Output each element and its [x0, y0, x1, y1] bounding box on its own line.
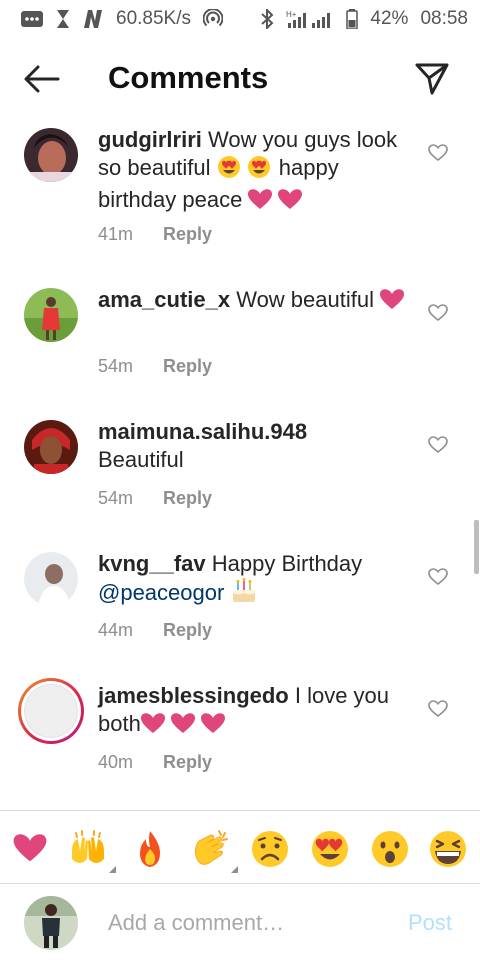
fire-icon	[140, 831, 160, 867]
heart-outline-icon[interactable]	[428, 436, 448, 454]
pink-heart-emoji	[380, 289, 406, 318]
header: Comments	[0, 38, 480, 120]
message-icon	[20, 10, 44, 28]
pink-heart-emoji	[140, 713, 227, 742]
paper-plane-icon	[415, 63, 449, 95]
hourglass-icon	[56, 9, 70, 29]
emoji-grinning-squint-face-button[interactable]	[426, 827, 470, 871]
back-button[interactable]	[22, 62, 62, 96]
emoji-quick-bar	[0, 810, 480, 884]
clapping-hands-icon	[194, 830, 228, 865]
surprised-face-icon	[372, 831, 408, 867]
emoji-surprised-face-button[interactable]	[368, 827, 412, 871]
avatar-story-ring[interactable]	[18, 678, 84, 744]
battery-percent: 42%	[370, 8, 409, 29]
comment-input[interactable]	[108, 906, 388, 940]
skin-tone-indicator	[231, 866, 238, 873]
reply-button[interactable]: Reply	[163, 356, 212, 377]
heart-outline-icon[interactable]	[428, 304, 448, 322]
comment-meta: 44m Reply	[98, 620, 212, 641]
heart-outline-icon[interactable]	[428, 568, 448, 586]
clock: 08:58	[420, 8, 468, 29]
avatar[interactable]	[24, 552, 78, 606]
comment-compose-bar: Post	[0, 884, 480, 960]
comment-item: jamesblessingedo I love you both 40m Rep…	[0, 676, 480, 786]
emoji-raising-hands-button[interactable]	[66, 827, 116, 873]
comment-item: kvng__fav Happy Birthday @peaceogor 44m …	[0, 544, 480, 654]
comment-meta: 54m Reply	[98, 488, 212, 509]
heart-eyes-emoji	[217, 155, 273, 186]
signal-icon: H+	[286, 9, 334, 29]
comment-text: maimuna.salihu.948 Beautiful	[98, 418, 410, 474]
share-button[interactable]	[412, 60, 452, 98]
heart-outline-icon[interactable]	[428, 700, 448, 718]
avatar[interactable]	[24, 420, 78, 474]
avatar[interactable]	[24, 288, 78, 342]
comment-username[interactable]: kvng__fav	[98, 551, 206, 576]
comment-message: Wow beautiful	[230, 287, 381, 312]
emoji-pink-heart-button[interactable]	[8, 827, 52, 871]
frowning-face-icon	[252, 831, 288, 867]
comment-message: Beautiful	[98, 447, 184, 472]
post-button[interactable]: Post	[408, 910, 452, 936]
status-bar: 60.85K/s H+ 42% 08:58	[0, 0, 480, 38]
current-user-avatar[interactable]	[24, 896, 78, 950]
comment-text: jamesblessingedo I love you both	[98, 682, 410, 742]
reply-button[interactable]: Reply	[163, 620, 212, 641]
comment-item: ama_cutie_x Wow beautiful 54m Reply	[0, 280, 480, 390]
emoji-clapping-hands-button[interactable]	[188, 827, 238, 873]
comment-username[interactable]: maimuna.salihu.948	[98, 419, 307, 444]
comment-username[interactable]: gudgirlriri	[98, 127, 202, 152]
hotspot-icon	[203, 9, 223, 29]
comment-time: 41m	[98, 224, 134, 244]
page-title: Comments	[108, 60, 269, 95]
comment-text: kvng__fav Happy Birthday @peaceogor	[98, 550, 410, 611]
skin-tone-indicator	[109, 866, 116, 873]
heart-outline-icon[interactable]	[428, 144, 448, 162]
emoji-frowning-face-button[interactable]	[248, 827, 292, 871]
comment-time: 54m	[98, 356, 134, 376]
comment-text: ama_cutie_x Wow beautiful	[98, 286, 410, 318]
arrow-left-icon	[24, 65, 60, 93]
scrollbar[interactable]	[474, 520, 479, 574]
emoji-fire-button[interactable]	[128, 827, 172, 871]
comment-time: 40m	[98, 752, 134, 772]
bluetooth-icon	[260, 9, 274, 29]
pink-heart-emoji	[248, 189, 304, 218]
comment-username[interactable]: ama_cutie_x	[98, 287, 230, 312]
comments-list[interactable]: gudgirlriri Wow you guys look so beautif…	[0, 120, 480, 810]
birthday-cake-emoji	[230, 578, 258, 611]
reply-button[interactable]: Reply	[163, 752, 212, 773]
comment-mention-link[interactable]: @peaceogor	[98, 580, 224, 605]
comment-meta: 41m Reply	[98, 224, 212, 245]
network-speed: 60.85K/s	[116, 8, 191, 29]
comment-item: maimuna.salihu.948 Beautiful 54m Reply	[0, 412, 480, 522]
comment-meta: 54m Reply	[98, 356, 212, 377]
comment-item: gudgirlriri Wow you guys look so beautif…	[0, 120, 480, 270]
heart-eyes-icon	[312, 831, 348, 867]
svg-text:H+: H+	[286, 10, 297, 19]
reply-button[interactable]: Reply	[163, 224, 212, 245]
comment-message: Happy Birthday	[205, 551, 363, 576]
n-app-icon	[82, 9, 104, 29]
pink-heart-icon	[13, 834, 47, 862]
emoji-heart-eyes-button[interactable]	[308, 827, 352, 871]
comment-time: 54m	[98, 488, 134, 508]
comment-username[interactable]: jamesblessingedo	[98, 683, 289, 708]
raising-hands-icon	[72, 830, 104, 863]
battery-icon	[346, 9, 359, 29]
avatar[interactable]	[24, 128, 78, 182]
reply-button[interactable]: Reply	[163, 488, 212, 509]
comment-time: 44m	[98, 620, 134, 640]
comment-text: gudgirlriri Wow you guys look so beautif…	[98, 126, 410, 218]
grinning-squint-face-icon	[430, 831, 466, 867]
comment-meta: 40m Reply	[98, 752, 212, 773]
